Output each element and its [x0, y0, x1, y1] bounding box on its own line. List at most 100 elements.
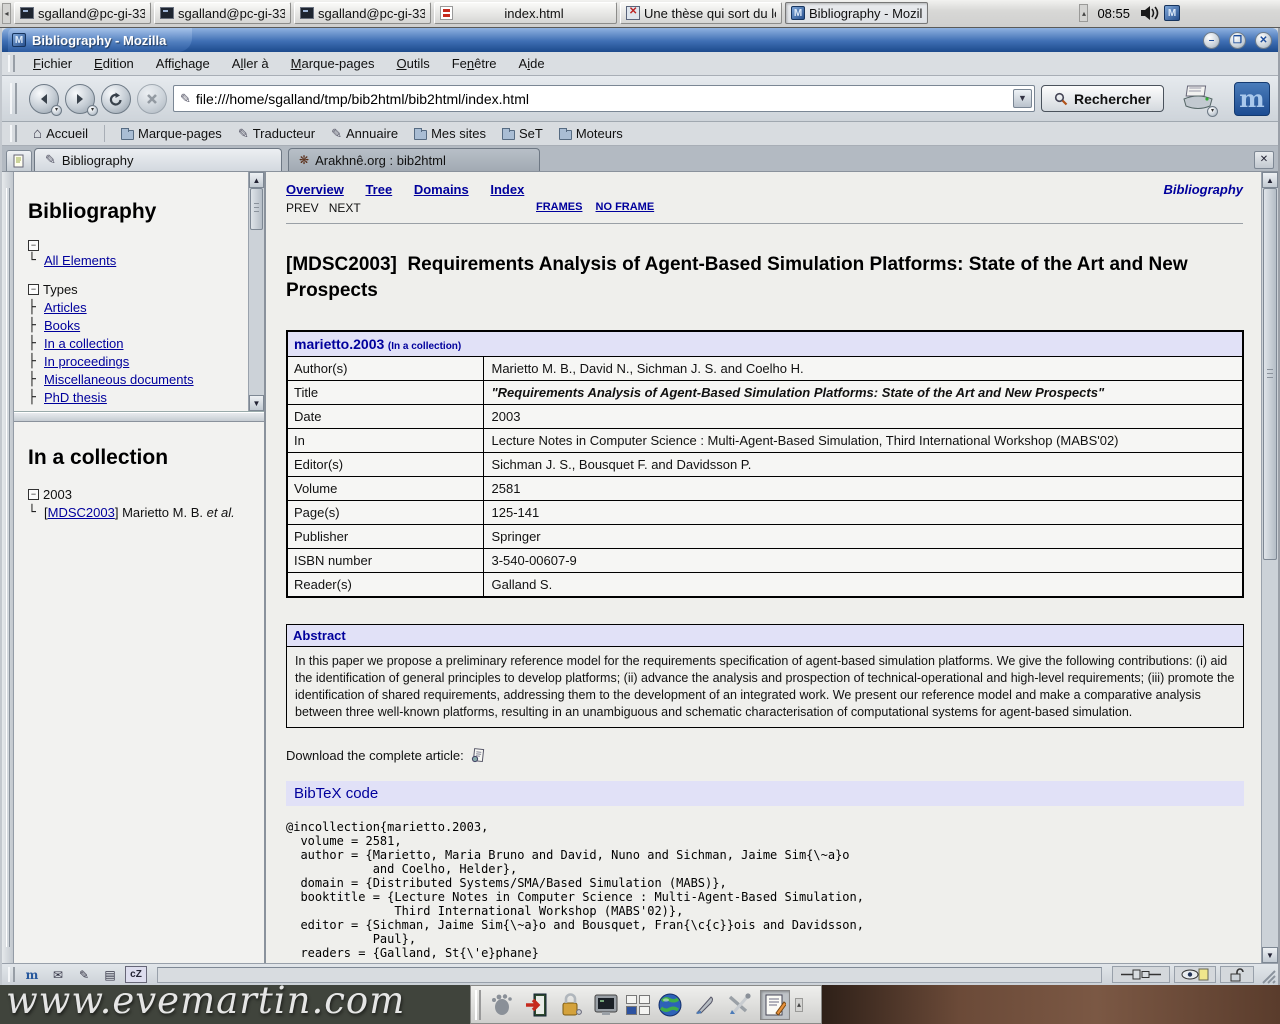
bookmark-accueil[interactable]: ⌂ Accueil [33, 126, 88, 141]
nav-tree-link[interactable]: Tree [365, 182, 392, 197]
download-document-icon[interactable] [470, 748, 486, 763]
scroll-down-icon[interactable]: ▼ [249, 395, 264, 411]
panel-grippy[interactable] [475, 990, 481, 1020]
menu-aller-a[interactable]: Aller à [222, 53, 279, 74]
bookmark-traducteur[interactable]: ✎ Traducteur [238, 126, 315, 142]
tab-arakhne[interactable]: ❋ Arakhnê.org : bib2html [288, 148, 540, 171]
sidebar-link-all-elements[interactable]: All Elements [44, 252, 116, 269]
maximize-button[interactable]: ❐ [1229, 32, 1246, 49]
search-button[interactable]: Rechercher [1041, 85, 1164, 112]
sidebar-frame-splitter[interactable] [14, 412, 264, 422]
url-input[interactable] [196, 91, 1008, 107]
menu-edition[interactable]: Edition [84, 53, 144, 74]
terminal-icon[interactable] [591, 990, 621, 1020]
padlock-icon[interactable] [556, 990, 586, 1020]
bookmark-mes-sites[interactable]: Mes sites [414, 126, 486, 141]
security-unlocked-icon[interactable] [1220, 966, 1254, 983]
bookmark-pen-icon[interactable]: ✎ [180, 91, 191, 107]
menu-fenetre[interactable]: Fenêtre [442, 53, 507, 74]
tree-collapse-icon[interactable]: − [28, 489, 39, 500]
sidebar-link-misc-documents[interactable]: Miscellaneous documents [44, 371, 194, 388]
url-bar[interactable]: ✎ ▼ [173, 85, 1035, 112]
tree-collapse-icon[interactable]: − [28, 240, 39, 251]
sidebar-link-in-a-collection[interactable]: In a collection [44, 335, 124, 352]
toolbar-grippy[interactable] [8, 55, 15, 71]
workspace-4[interactable] [639, 1006, 650, 1015]
sidebar-splitter[interactable] [2, 172, 14, 963]
notes-icon[interactable] [760, 990, 790, 1020]
back-dropdown-icon[interactable]: ▾ [51, 105, 62, 116]
minimize-button[interactable]: – [1203, 32, 1220, 49]
sidebar-link-phd-thesis[interactable]: PhD thesis [44, 389, 107, 406]
bookmark-set[interactable]: SeT [502, 126, 543, 141]
tree-collapse-icon[interactable]: − [28, 284, 39, 295]
mozilla-tray-icon[interactable]: M [1164, 5, 1180, 21]
sidebar-link-in-proceedings[interactable]: In proceedings [44, 353, 129, 370]
mozilla-logo[interactable]: m [1234, 82, 1270, 116]
scroll-down-icon[interactable]: ▼ [1262, 947, 1278, 963]
bookmark-moteurs[interactable]: Moteurs [559, 126, 623, 141]
frames-link[interactable]: FRAMES [536, 201, 582, 213]
speaker-icon[interactable] [1139, 4, 1161, 22]
composer-icon[interactable]: ✎ [73, 966, 95, 983]
sidebar-link-books[interactable]: Books [44, 317, 80, 334]
bookmark-marque-pages[interactable]: Marque-pages [121, 126, 222, 141]
panel-spacer-arrow[interactable]: ▴ [1079, 4, 1088, 22]
nav-overview-link[interactable]: Overview [286, 182, 344, 197]
url-dropdown-icon[interactable]: ▼ [1013, 89, 1032, 108]
taskbar-window-terminal-2[interactable]: sgalland@pc-gi-33.utbn [154, 2, 291, 24]
back-button[interactable]: ▾ [29, 84, 59, 114]
resize-grip[interactable] [1258, 966, 1276, 984]
toolbar-grippy[interactable] [10, 83, 17, 115]
toolbar-grippy[interactable] [8, 967, 15, 982]
panel-hide-arrow[interactable]: ◂ [2, 3, 11, 24]
logout-door-icon[interactable] [521, 990, 551, 1020]
gnome-foot-icon[interactable] [486, 990, 516, 1020]
close-button[interactable]: ✕ [1255, 32, 1272, 49]
workspace-pager[interactable] [626, 995, 650, 1015]
taskbar-window-terminal-1[interactable]: sgalland@pc-gi-33.utbn [14, 2, 151, 24]
taskbar-window-indexhtml[interactable]: index.html [434, 2, 617, 24]
workspace-2[interactable] [639, 995, 650, 1004]
close-tab-button[interactable]: ✕ [1254, 151, 1274, 169]
menu-fichier[interactable]: Fichier [23, 53, 82, 74]
print-dropdown-icon[interactable]: ▾ [1207, 106, 1218, 117]
nav-domains-link[interactable]: Domains [414, 182, 469, 197]
print-button[interactable]: ▾ [1180, 83, 1220, 115]
tools-icon[interactable] [725, 990, 755, 1020]
menu-aide[interactable]: Aide [509, 53, 555, 74]
sidebar-link-mdsc2003[interactable]: MDSC2003 [48, 505, 115, 520]
new-tab-button[interactable] [6, 150, 32, 171]
menu-affichage[interactable]: Affichage [146, 53, 220, 74]
forward-dropdown-icon[interactable]: ▾ [87, 105, 98, 116]
scrollbar-thumb[interactable] [250, 188, 263, 230]
taskbar-window-bibliography[interactable]: M Bibliography - Mozilla [785, 2, 928, 24]
menu-marque-pages[interactable]: Marque-pages [281, 53, 385, 74]
addressbook-icon[interactable]: ▤ [99, 966, 121, 983]
noframe-link[interactable]: NO FRAME [596, 201, 655, 213]
globe-icon[interactable] [655, 990, 685, 1020]
nav-index-link[interactable]: Index [490, 182, 524, 197]
cookie-icon[interactable] [1174, 966, 1216, 983]
scroll-up-icon[interactable]: ▲ [1262, 172, 1278, 188]
quill-icon[interactable] [690, 990, 720, 1020]
plug-icon[interactable] [1112, 966, 1170, 983]
workspace-1[interactable] [626, 995, 637, 1004]
menu-outils[interactable]: Outils [386, 53, 439, 74]
sidebar-link-articles[interactable]: Articles [44, 299, 87, 316]
stop-button[interactable] [137, 84, 167, 114]
mozilla-icon[interactable]: m [21, 966, 43, 983]
bookmark-annuaire[interactable]: ✎ Annuaire [331, 126, 398, 142]
toolbar-grippy[interactable] [10, 125, 17, 141]
reload-button[interactable] [101, 84, 131, 114]
taskbar-window-terminal-3[interactable]: sgalland@pc-gi-33.utbn [294, 2, 431, 24]
main-scrollbar[interactable]: ▲ ▼ [1261, 172, 1278, 963]
tab-bibliography[interactable]: ✎ Bibliography [34, 148, 282, 171]
taskbar-window-these[interactable]: Une thèse qui sort du lo [620, 2, 782, 24]
scrollbar-thumb[interactable] [1263, 188, 1277, 560]
sidebar-scrollbar[interactable]: ▲ ▼ [248, 172, 264, 411]
scroll-up-icon[interactable]: ▲ [249, 172, 264, 188]
mail-icon[interactable]: ✉ [47, 966, 69, 983]
forward-button[interactable]: ▾ [65, 84, 95, 114]
chatzilla-icon[interactable]: cZ [125, 966, 147, 983]
